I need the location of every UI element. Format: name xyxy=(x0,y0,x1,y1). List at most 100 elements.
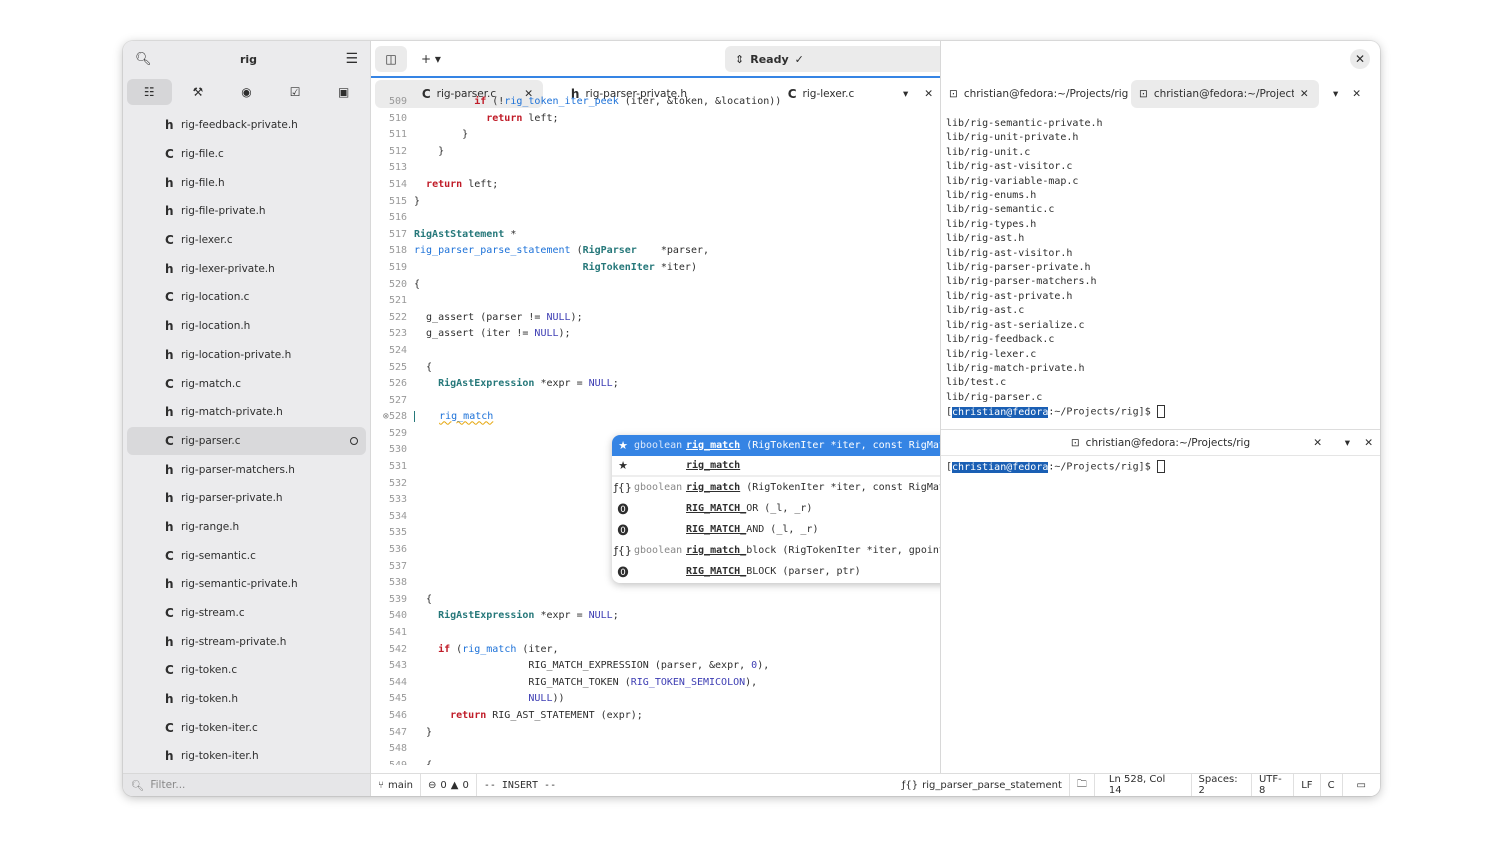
code-line[interactable]: 523 g_assert (iter != NULL); xyxy=(371,326,940,343)
code-token: } xyxy=(414,726,433,738)
branch-indicator[interactable]: ⑂ main xyxy=(371,773,421,796)
file-item[interactable]: h rig-lexer-private.h xyxy=(127,254,366,283)
file-item[interactable]: h rig-match-private.h xyxy=(127,398,366,427)
code-line[interactable]: ⊗528 rig_match xyxy=(371,409,940,426)
close-tab-icon[interactable]: ✕ xyxy=(1300,88,1309,100)
close-pane-icon[interactable]: ✕ xyxy=(1352,88,1361,100)
file-item[interactable]: Crig-semantic.c xyxy=(127,541,366,570)
line-number: 514 xyxy=(388,178,407,190)
encoding[interactable]: UTF-8 xyxy=(1252,773,1295,796)
close-window-button[interactable]: ✕ xyxy=(1350,49,1370,69)
terminal-output-2[interactable]: [christian@fedora:~/Projects/rig]$ xyxy=(941,456,1380,477)
menu-chevron-icon[interactable]: ▾ xyxy=(1345,437,1350,449)
code-line[interactable]: 544 RIG_MATCH_TOKEN (RIG_TOKEN_SEMICOLON… xyxy=(371,675,940,692)
line-number: 526 xyxy=(388,378,407,390)
file-item[interactable]: h rig-feedback-private.h xyxy=(127,111,366,140)
file-item[interactable]: Crig-lexer.c xyxy=(127,226,366,255)
folder-icon[interactable]: 🗀 xyxy=(1070,773,1095,796)
code-line[interactable]: 522 g_assert (parser != NULL); xyxy=(371,310,940,327)
code-line[interactable]: 547 } xyxy=(371,725,940,742)
panel-toggle-icon[interactable]: ▭ xyxy=(1343,774,1380,797)
code-line[interactable]: 527 xyxy=(371,393,940,410)
terminal-output[interactable]: lib/rig-semantic-private.h lib/rig-unit-… xyxy=(946,117,1165,420)
code-line[interactable]: 540 RigAstExpression *expr = NULL; xyxy=(371,608,940,625)
new-button[interactable]: + ▾ xyxy=(415,46,447,72)
file-item[interactable]: h rig-file.h xyxy=(127,168,366,197)
diagnostics-indicator[interactable]: ⊖ 0 ▲ 0 xyxy=(421,773,477,796)
line-ending[interactable]: LF xyxy=(1294,773,1321,796)
code-line[interactable]: 541 xyxy=(371,625,940,642)
code-line[interactable]: 515} xyxy=(371,194,940,211)
line-number: 513 xyxy=(388,162,407,174)
file-item[interactable]: h rig-location-private.h xyxy=(127,341,366,370)
todo-tab[interactable]: ☑ xyxy=(273,79,318,105)
code-line[interactable]: 509 if (!rig_token_iter_peek (iter, &tok… xyxy=(371,94,940,111)
filter-input[interactable]: 🔍︎ Filter... xyxy=(123,773,370,796)
code-line[interactable]: 510 return left; xyxy=(371,111,940,128)
header-file-icon: h xyxy=(165,634,174,649)
file-tree-tab[interactable]: ☷ xyxy=(127,79,172,105)
file-item[interactable]: h rig-parser-matchers.h xyxy=(127,455,366,484)
file-item[interactable]: Crig-stream.c xyxy=(127,599,366,628)
code-token: NULL xyxy=(546,311,571,323)
file-item[interactable]: Crig-token-iter.c xyxy=(127,713,366,742)
code-line[interactable]: 543 RIG_MATCH_EXPRESSION (parser, &expr,… xyxy=(371,658,940,675)
code-line[interactable]: 542 if (rig_match (iter, xyxy=(371,642,940,659)
code-line[interactable]: 511 } xyxy=(371,127,940,144)
branch-name: main xyxy=(388,779,413,791)
search-icon[interactable]: 🔍︎ xyxy=(135,52,152,67)
file-item[interactable]: Crig-token.c xyxy=(127,656,366,685)
terminal-tab-active[interactable]: ⊡ christian@fedora:~/Projects/rig ✕ xyxy=(1131,80,1319,108)
code-line[interactable]: 549 { xyxy=(371,758,940,765)
file-item[interactable]: h rig-semantic-private.h xyxy=(127,570,366,599)
code-line[interactable]: 516 xyxy=(371,210,940,227)
file-item[interactable]: Crig-parser.c xyxy=(127,426,366,456)
toggle-sidebar-button[interactable]: ◫ xyxy=(375,46,407,72)
build-tab[interactable]: ⚒ xyxy=(176,79,221,105)
file-item[interactable]: h rig-location.h xyxy=(127,312,366,341)
file-item[interactable]: Crig-match.c xyxy=(127,369,366,398)
debug-tab[interactable]: ◉ xyxy=(224,79,269,105)
code-line[interactable]: 518 rig_parser_parse_statement (RigParser… xyxy=(371,243,940,260)
cursor-position[interactable]: Ln 528, Col 14 xyxy=(1095,773,1192,796)
close-pane-icon[interactable]: ✕ xyxy=(1364,437,1373,449)
close-tab-icon[interactable]: ✕ xyxy=(1313,437,1322,449)
terminal-tab[interactable]: ⊡ christian@fedora:~/Projects/rig xyxy=(941,80,1131,108)
code-view[interactable]: 509 if (!rig_token_iter_peek (iter, &tok… xyxy=(371,94,940,765)
code-line[interactable]: 546 return RIG_AST_STATEMENT (expr); xyxy=(371,708,940,725)
file-item[interactable]: h rig-file-private.h xyxy=(127,197,366,226)
warning-icon: ▲ xyxy=(450,779,459,791)
tabs-menu-chevron-icon[interactable]: ▾ xyxy=(1333,88,1338,100)
language[interactable]: C xyxy=(1321,773,1343,796)
file-item[interactable]: Crig-location.c xyxy=(127,283,366,312)
code-token: (! xyxy=(486,96,505,107)
code-line[interactable]: 524 xyxy=(371,343,940,360)
file-item[interactable]: h rig-token-iter.h xyxy=(127,742,366,771)
code-line[interactable]: 519 RigTokenIter *iter) xyxy=(371,260,940,277)
code-line[interactable]: 517 RigAstStatement * xyxy=(371,227,940,244)
docs-tab[interactable]: ▣ xyxy=(321,79,366,105)
code-line[interactable]: 521 xyxy=(371,293,940,310)
file-item[interactable]: Crig-file.c xyxy=(127,140,366,169)
code-line[interactable]: 526 RigAstExpression *expr = NULL; xyxy=(371,376,940,393)
file-name: rig-match.c xyxy=(181,377,242,390)
file-item[interactable]: h rig-parser-private.h xyxy=(127,484,366,513)
code-text: { xyxy=(414,279,420,290)
indentation[interactable]: Spaces: 2 xyxy=(1192,773,1252,796)
code-line[interactable]: 512 } xyxy=(371,144,940,161)
file-item[interactable]: h rig-stream-private.h xyxy=(127,627,366,656)
error-icon: ⊖ xyxy=(428,779,437,791)
code-line[interactable]: 513 xyxy=(371,160,940,177)
code-line[interactable]: 520 { xyxy=(371,277,940,294)
menu-icon[interactable]: ☰ xyxy=(345,51,358,67)
file-item[interactable]: h rig-range.h xyxy=(127,513,366,542)
code-line[interactable]: 539 { xyxy=(371,592,940,609)
match-text: RIG_MATCH_ xyxy=(686,524,747,535)
file-name: rig-semantic-private.h xyxy=(181,578,298,591)
code-line[interactable]: 514 return left; xyxy=(371,177,940,194)
file-item[interactable]: h rig-token.h xyxy=(127,685,366,714)
code-line[interactable]: 548 xyxy=(371,741,940,758)
code-line[interactable]: 545 NULL)) xyxy=(371,691,940,708)
symbol-indicator[interactable]: ƒ{} rig_parser_parse_statement xyxy=(895,773,1070,796)
code-line[interactable]: 525 { xyxy=(371,360,940,377)
